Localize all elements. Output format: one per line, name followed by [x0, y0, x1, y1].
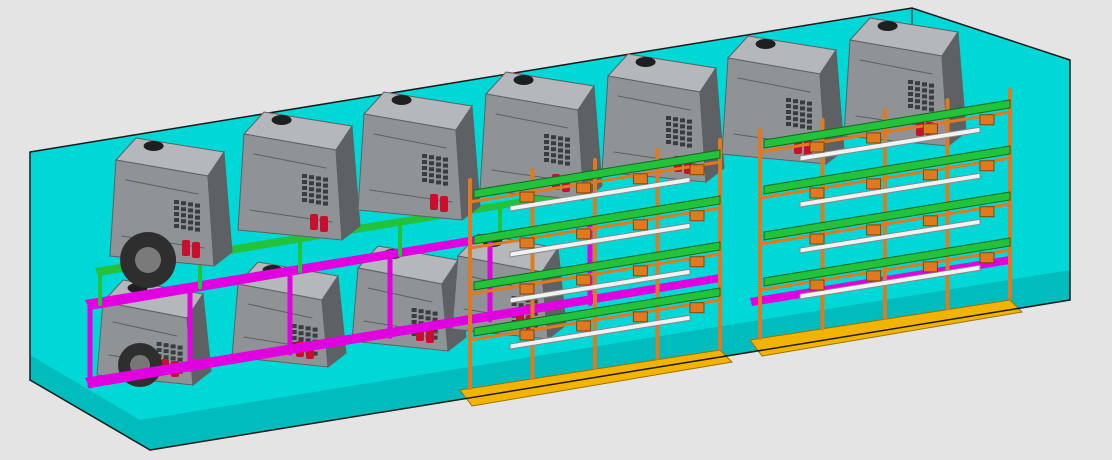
cad-viewport[interactable]	[0, 0, 1112, 460]
upper-row-unit-3	[357, 91, 481, 221]
container-3d-model	[29, 7, 1071, 451]
upper-row-unit-2	[237, 111, 361, 241]
wheel-upper-hub	[135, 247, 161, 273]
